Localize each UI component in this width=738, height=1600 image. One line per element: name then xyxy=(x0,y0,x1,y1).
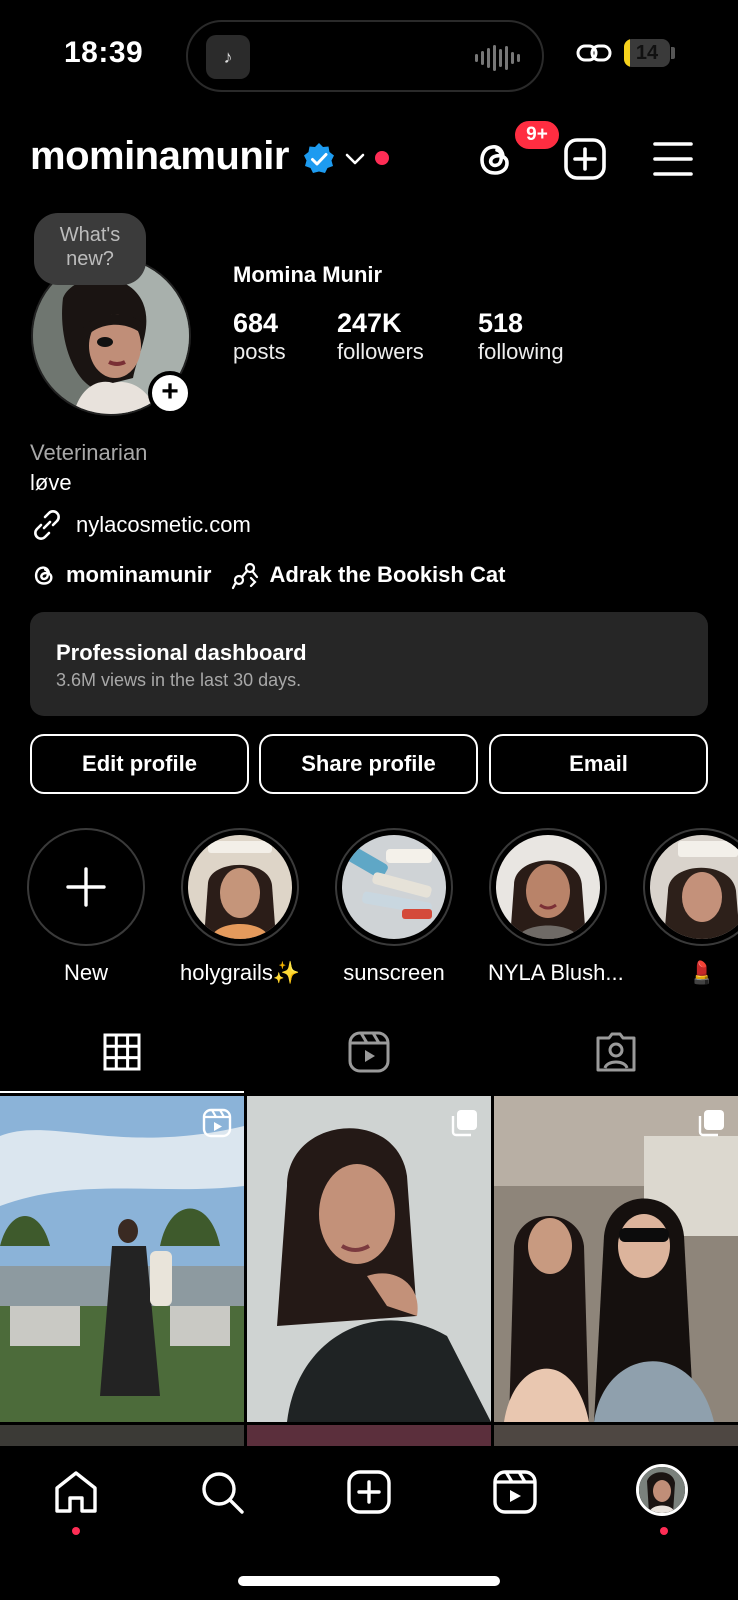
status-bar: 18:39 ♪ 14 xyxy=(0,0,738,110)
profile-notification-dot xyxy=(660,1527,668,1535)
reels-icon xyxy=(348,1031,390,1073)
home-notification-dot xyxy=(72,1527,80,1535)
stat-followers[interactable]: 247K followers xyxy=(337,308,424,366)
music-app-icon: ♪ xyxy=(206,35,250,79)
linked-accounts-icon xyxy=(232,562,259,590)
reels-nav-icon[interactable] xyxy=(491,1468,539,1516)
home-icon[interactable] xyxy=(52,1468,100,1516)
dashboard-subtitle: 3.6M views in the last 30 days. xyxy=(56,670,302,690)
create-icon[interactable] xyxy=(345,1468,393,1516)
active-tab-indicator xyxy=(0,1091,244,1093)
new-highlight-ring xyxy=(27,828,145,946)
highlight-label: 💄 xyxy=(688,960,716,985)
profile-category: Veterinarian xyxy=(30,440,148,465)
highlight-thumbnail xyxy=(650,835,738,939)
highlight-holygrails[interactable]: holygrails✨ xyxy=(180,828,300,986)
profile-link-text[interactable]: nylacosmetic.com xyxy=(76,512,251,538)
carousel-indicator-icon xyxy=(451,1110,477,1137)
dynamic-island[interactable]: ♪ xyxy=(186,20,544,92)
carousel-indicator-icon xyxy=(698,1110,724,1137)
link-chain-icon xyxy=(34,510,60,540)
grid-post[interactable] xyxy=(0,1096,244,1422)
highlight-sunscreen[interactable]: sunscreen xyxy=(334,828,454,986)
chevron-down-icon[interactable] xyxy=(344,148,366,170)
reel-indicator-icon xyxy=(202,1108,232,1138)
threads-handle: mominamunir xyxy=(66,562,212,587)
battery-indicator: 14 xyxy=(624,39,670,67)
highlight-nyla-blush[interactable]: NYLA Blush... xyxy=(488,828,624,986)
highlight-label: holygrails✨ xyxy=(180,960,301,985)
linked-profile-name: Adrak the Bookish Cat xyxy=(269,562,506,587)
note-bubble[interactable]: What's new? xyxy=(34,213,146,285)
status-time: 18:39 xyxy=(64,36,144,69)
profile-links-row: mominamunir Adrak the Bookish Cat xyxy=(30,560,525,590)
stat-posts[interactable]: 684 posts xyxy=(233,308,286,366)
highlight-thumbnail xyxy=(188,835,292,939)
search-icon[interactable] xyxy=(198,1468,246,1516)
tagged-icon xyxy=(596,1032,636,1072)
create-post-icon[interactable] xyxy=(562,136,608,182)
plus-icon xyxy=(66,867,106,907)
grid-post[interactable] xyxy=(494,1096,738,1422)
profile-nav-avatar[interactable] xyxy=(636,1464,688,1516)
email-button[interactable]: Email xyxy=(489,734,708,794)
tab-reels[interactable] xyxy=(247,1010,491,1094)
profile-link[interactable]: nylacosmetic.com xyxy=(30,508,251,542)
verified-badge-icon xyxy=(304,143,334,173)
menu-icon[interactable] xyxy=(650,136,696,182)
add-story-button[interactable]: + xyxy=(148,371,192,415)
home-indicator xyxy=(238,1576,500,1586)
professional-dashboard[interactable]: Professional dashboard 3.6M views in the… xyxy=(30,612,708,716)
profile-bio: løve xyxy=(30,470,72,495)
edit-profile-button[interactable]: Edit profile xyxy=(30,734,249,794)
profile-username[interactable]: mominamunir xyxy=(30,134,289,179)
battery-tip xyxy=(671,47,675,59)
highlight-thumbnail xyxy=(496,835,600,939)
highlight-lipstick[interactable]: 💄 xyxy=(642,828,738,986)
highlight-thumbnail xyxy=(342,835,446,939)
audio-waveform-icon xyxy=(475,44,520,72)
highlight-new[interactable]: New xyxy=(26,828,146,986)
share-profile-button[interactable]: Share profile xyxy=(259,734,478,794)
tab-tagged[interactable] xyxy=(494,1010,738,1094)
highlight-label: sunscreen xyxy=(343,960,445,985)
highlight-label: New xyxy=(63,960,108,985)
stat-following[interactable]: 518 following xyxy=(478,308,564,366)
threads-small-icon xyxy=(34,566,53,585)
grid-post[interactable] xyxy=(247,1096,491,1422)
threads-notification-badge: 9+ xyxy=(512,118,562,152)
grid-icon xyxy=(103,1033,141,1071)
threads-icon[interactable] xyxy=(472,136,518,182)
notification-dot xyxy=(375,151,389,165)
tab-posts-grid[interactable] xyxy=(0,1010,244,1094)
profile-full-name: Momina Munir xyxy=(233,262,383,287)
dashboard-title: Professional dashboard xyxy=(56,640,307,665)
linked-profile-link[interactable]: Adrak the Bookish Cat xyxy=(231,560,505,590)
link-icon xyxy=(576,44,612,62)
threads-profile-link[interactable]: mominamunir xyxy=(30,561,211,589)
highlight-label: NYLA Blush... xyxy=(488,960,624,985)
